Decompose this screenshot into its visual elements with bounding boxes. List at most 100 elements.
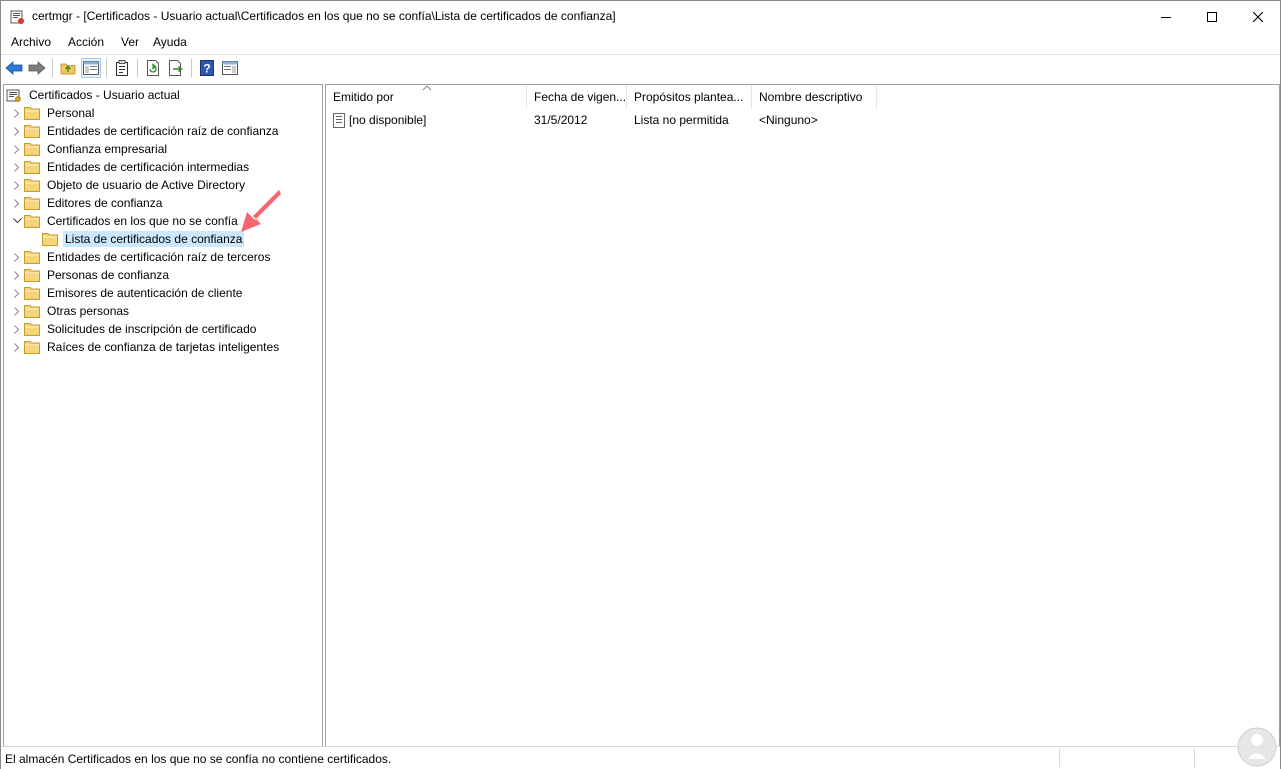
tree-item-label: Emisores de autenticación de cliente bbox=[47, 286, 243, 300]
tree-item[interactable]: Certificados en los que no se confía bbox=[10, 212, 240, 230]
chevron-right-icon[interactable] bbox=[10, 266, 24, 284]
certmgr-window: certmgr - [Certificados - Usuario actual… bbox=[0, 0, 1281, 769]
certmgr-icon bbox=[10, 10, 24, 24]
svg-text:?: ? bbox=[203, 62, 210, 76]
column-label: Nombre descriptivo bbox=[759, 90, 863, 104]
show-hide-tree-button[interactable] bbox=[81, 58, 101, 78]
folder-icon bbox=[24, 107, 40, 120]
column-header-propositos[interactable]: Propósitos plantea... bbox=[627, 85, 752, 109]
annotation-arrow-icon bbox=[241, 190, 281, 232]
tree-item[interactable]: Lista de certificados de confianza bbox=[28, 230, 245, 248]
tree-root-label: Certificados - Usuario actual bbox=[29, 88, 180, 102]
tree-item[interactable]: Solicitudes de inscripción de certificad… bbox=[10, 320, 258, 338]
chevron-right-icon[interactable] bbox=[10, 122, 24, 140]
status-text: El almacén Certificados en los que no se… bbox=[5, 752, 392, 766]
forward-button[interactable] bbox=[27, 58, 47, 78]
toolbar-separator bbox=[191, 59, 192, 77]
column-header-nombre[interactable]: Nombre descriptivo bbox=[752, 85, 877, 109]
cell-nombre: <Ninguno> bbox=[759, 113, 818, 127]
chevron-right-icon[interactable] bbox=[10, 194, 24, 212]
close-button[interactable] bbox=[1235, 1, 1281, 32]
maximize-icon bbox=[1207, 11, 1217, 22]
cell-propositos: Lista no permitida bbox=[634, 113, 729, 127]
back-button[interactable] bbox=[4, 58, 24, 78]
tree-item-label: Solicitudes de inscripción de certificad… bbox=[47, 322, 257, 336]
window-title: certmgr - [Certificados - Usuario actual… bbox=[32, 9, 616, 23]
tree-item-label: Otras personas bbox=[47, 304, 130, 318]
tree-item[interactable]: Objeto de usuario de Active Directory bbox=[10, 176, 247, 194]
refresh-icon bbox=[147, 60, 159, 76]
tree-item[interactable]: Entidades de certificación raíz de confi… bbox=[10, 122, 280, 140]
maximize-button[interactable] bbox=[1189, 1, 1235, 32]
menu-ver[interactable]: Ver bbox=[121, 35, 139, 49]
action-pane-button[interactable] bbox=[220, 58, 240, 78]
chevron-right-icon[interactable] bbox=[10, 104, 24, 122]
tree-item[interactable]: Otras personas bbox=[10, 302, 131, 320]
tree-item-label: Editores de confianza bbox=[47, 196, 163, 210]
back-icon bbox=[5, 61, 23, 75]
folder-icon bbox=[24, 269, 40, 282]
tree-item-label: Entidades de certificación intermedias bbox=[47, 160, 250, 174]
folder-icon bbox=[24, 197, 40, 210]
chevron-right-icon[interactable] bbox=[10, 302, 24, 320]
properties-icon bbox=[116, 60, 128, 76]
tree-item-label: Personal bbox=[47, 106, 95, 120]
tree-item[interactable]: Raíces de confianza de tarjetas intelige… bbox=[10, 338, 281, 356]
help-button[interactable]: ? bbox=[197, 58, 217, 78]
chevron-right-icon[interactable] bbox=[10, 248, 24, 266]
folder-icon bbox=[24, 125, 40, 138]
folder-icon bbox=[24, 305, 40, 318]
tree-item-label: Entidades de certificación raíz de terce… bbox=[47, 250, 271, 264]
tree-item[interactable]: Personal bbox=[10, 104, 96, 122]
minimize-button[interactable] bbox=[1143, 1, 1189, 32]
chevron-down-icon[interactable] bbox=[10, 212, 24, 230]
up-folder-button[interactable] bbox=[58, 58, 78, 78]
chevron-right-icon[interactable] bbox=[10, 176, 24, 194]
cell-emitido-por: [no disponible] bbox=[333, 110, 426, 130]
export-list-button[interactable] bbox=[166, 58, 186, 78]
tree-item[interactable]: Confianza empresarial bbox=[10, 140, 169, 158]
chevron-right-icon[interactable] bbox=[10, 320, 24, 338]
action-pane-icon bbox=[222, 61, 238, 75]
folder-icon bbox=[42, 233, 58, 246]
tree-item-label: Confianza empresarial bbox=[47, 142, 168, 156]
certificates-store-icon bbox=[6, 89, 21, 102]
tree-root[interactable]: Certificados - Usuario actual bbox=[6, 86, 182, 104]
chevron-right-icon[interactable] bbox=[10, 338, 24, 356]
column-header-fecha[interactable]: Fecha de vigen... bbox=[527, 85, 627, 109]
tree-item[interactable]: Entidades de certificación intermedias bbox=[10, 158, 251, 176]
show-hide-tree-icon bbox=[83, 61, 99, 75]
folder-icon bbox=[24, 341, 40, 354]
column-header-emitido-por[interactable]: Emitido por bbox=[326, 85, 527, 109]
menu-accion[interactable]: Acción bbox=[68, 35, 104, 49]
tree-item[interactable]: Entidades de certificación raíz de terce… bbox=[10, 248, 272, 266]
folder-icon bbox=[24, 287, 40, 300]
certificate-trust-list-icon bbox=[333, 112, 345, 128]
tree-item[interactable]: Editores de confianza bbox=[10, 194, 164, 212]
tree-item-label: Personas de confianza bbox=[47, 268, 170, 282]
chevron-right-icon[interactable] bbox=[10, 158, 24, 176]
properties-button[interactable] bbox=[112, 58, 132, 78]
column-label: Propósitos plantea... bbox=[634, 90, 744, 104]
toolbar-separator bbox=[137, 59, 138, 77]
status-divider bbox=[1194, 749, 1195, 767]
up-folder-icon bbox=[60, 63, 76, 75]
tree-item-label: Certificados en los que no se confía bbox=[47, 214, 238, 228]
logo-watermark-icon bbox=[1237, 727, 1277, 767]
tree-item-label: Raíces de confianza de tarjetas intelige… bbox=[47, 340, 280, 354]
column-label: Fecha de vigen... bbox=[534, 90, 627, 104]
chevron-right-icon[interactable] bbox=[10, 140, 24, 158]
menu-archivo[interactable]: Archivo bbox=[11, 35, 51, 49]
folder-icon bbox=[24, 323, 40, 336]
tree-item[interactable]: Personas de confianza bbox=[10, 266, 171, 284]
refresh-button[interactable] bbox=[143, 58, 163, 78]
folder-icon bbox=[24, 179, 40, 192]
tree-item[interactable]: Emisores de autenticación de cliente bbox=[10, 284, 244, 302]
tree-item-label: Entidades de certificación raíz de confi… bbox=[47, 124, 279, 138]
chevron-right-icon[interactable] bbox=[10, 284, 24, 302]
help-icon: ? bbox=[200, 60, 214, 76]
folder-icon bbox=[24, 143, 40, 156]
title-bar: certmgr - [Certificados - Usuario actual… bbox=[1, 1, 1280, 32]
sort-ascending-icon bbox=[422, 85, 432, 91]
menu-ayuda[interactable]: Ayuda bbox=[153, 35, 187, 49]
